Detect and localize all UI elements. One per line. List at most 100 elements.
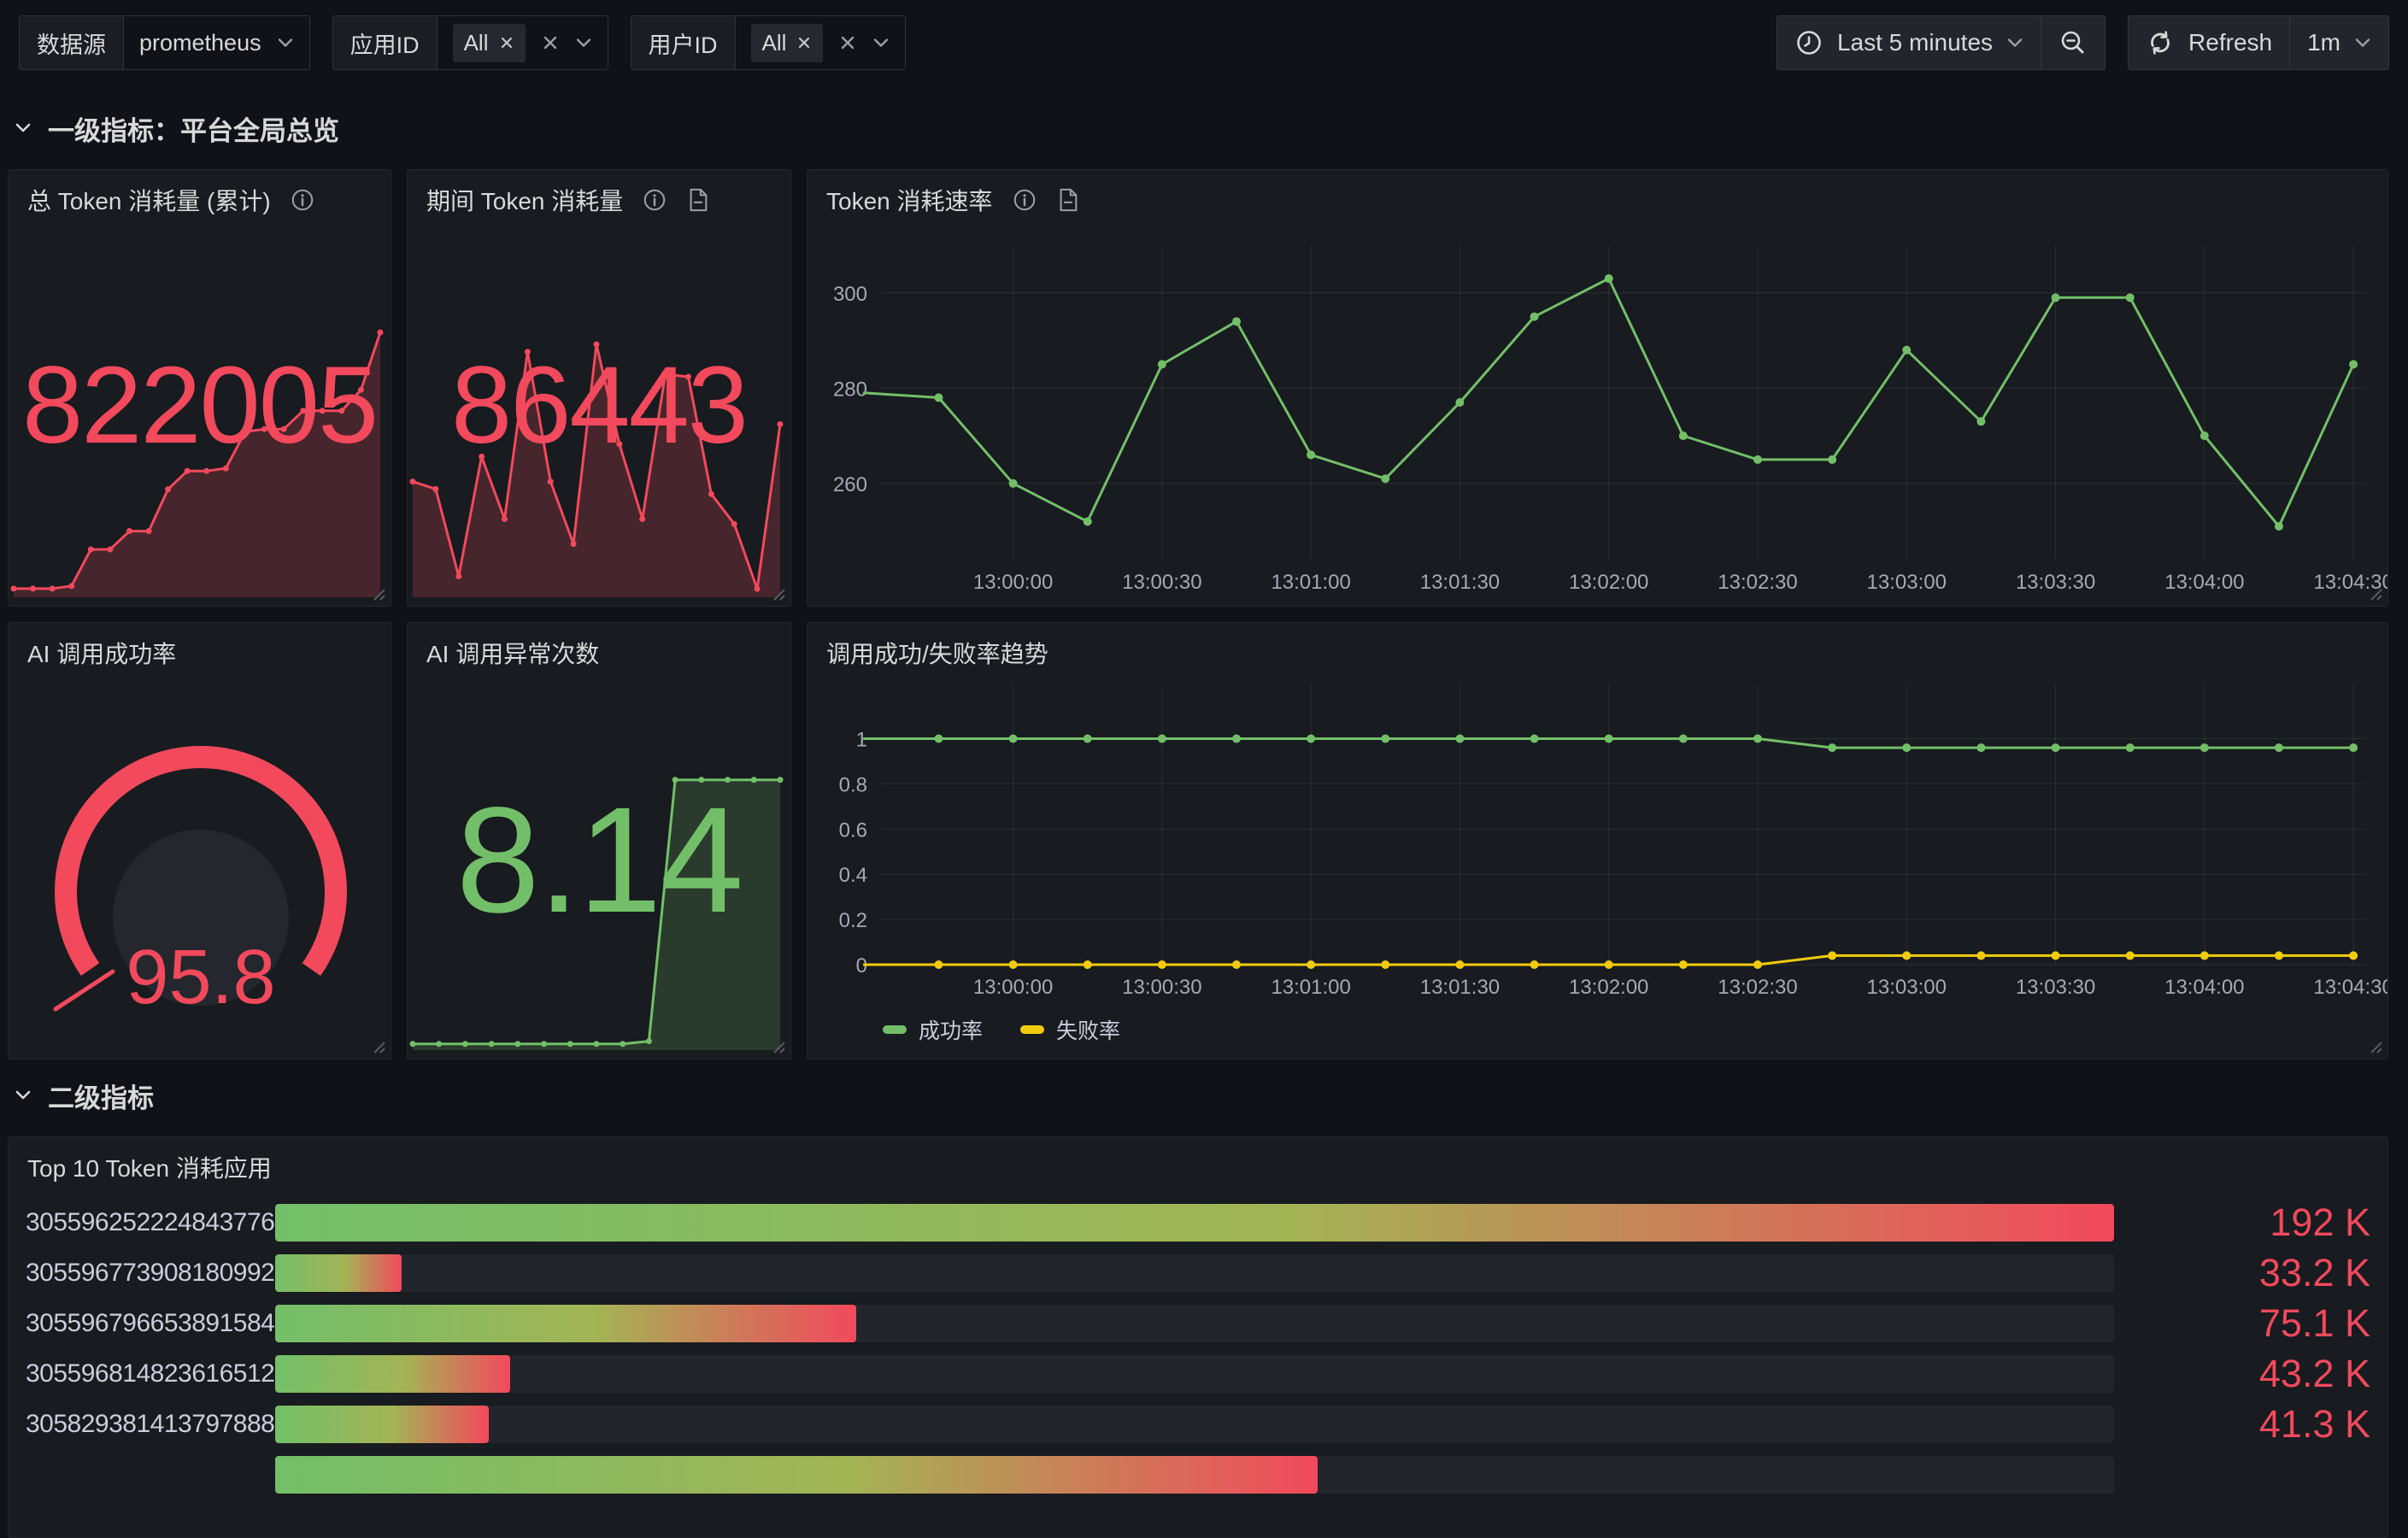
bar-value: 192 K (2114, 1200, 2370, 1245)
filter-user-id[interactable]: 用户ID All (631, 15, 907, 70)
refresh-interval-button[interactable]: 1m (2289, 15, 2389, 70)
resize-handle[interactable] (371, 586, 386, 602)
success-fail-chart[interactable]: 10.80.60.40.2013:00:0013:00:3013:01:0013… (808, 623, 2387, 1059)
panel-title[interactable]: Token 消耗速率 (808, 170, 2387, 230)
chevron-down-icon[interactable] (575, 38, 592, 48)
section-secondary[interactable]: 二级指标 (14, 1075, 154, 1116)
app-id-label: 305596252224843776 (26, 1208, 275, 1237)
svg-text:0.6: 0.6 (839, 819, 867, 842)
zoom-out-button[interactable] (2041, 15, 2106, 70)
bar-track[interactable] (275, 1355, 2114, 1393)
svg-text:0.4: 0.4 (839, 864, 867, 887)
datasource-picker[interactable]: 数据源 prometheus (19, 15, 310, 70)
top10-row: 305596252224843776192 K (26, 1204, 2370, 1242)
bar-track[interactable] (275, 1254, 2114, 1292)
app-id-label: 305596814823616512 (26, 1359, 275, 1388)
stat-value-period-tokens: 86443 (408, 351, 790, 461)
svg-text:13:04:00: 13:04:00 (2164, 571, 2244, 594)
info-icon[interactable] (290, 187, 315, 213)
panel-title-text: Top 10 Token 消耗应用 (27, 1150, 272, 1184)
panel-links-icon[interactable] (686, 187, 710, 213)
bar-track[interactable] (275, 1305, 2114, 1342)
toolbar-left: 数据源 prometheus 应用ID All 用户ID (19, 15, 906, 70)
panel-title-text: Token 消耗速率 (826, 183, 993, 217)
bar-fill (275, 1406, 489, 1443)
toolbar-right: Last 5 minutes Refresh 1m (1777, 15, 2389, 70)
panel-success-rate-gauge: AI 调用成功率 95.8 (8, 622, 391, 1060)
chevron-down-icon[interactable] (277, 38, 294, 48)
svg-text:13:03:30: 13:03:30 (2016, 571, 2095, 594)
panel-success-fail-trend: 调用成功/失败率趋势 10.80.60.40.2013:00:0013:00:3… (807, 622, 2388, 1060)
refresh-button[interactable]: Refresh (2128, 15, 2290, 70)
app-id-label: 305596796653891584 (26, 1309, 275, 1338)
svg-text:300: 300 (833, 283, 867, 306)
filter-chip[interactable]: All (751, 24, 824, 62)
bar-track[interactable] (275, 1456, 2114, 1494)
info-icon[interactable] (642, 187, 667, 213)
chevron-down-icon (14, 122, 32, 134)
svg-text:0.2: 0.2 (839, 909, 867, 932)
panel-title[interactable]: AI 调用异常次数 (408, 623, 790, 683)
panel-error-count: AI 调用异常次数 8.14 (407, 622, 791, 1060)
panel-title[interactable]: 调用成功/失败率趋势 (808, 623, 2387, 683)
legend-swatch-success (883, 1025, 907, 1034)
svg-text:13:00:00: 13:00:00 (973, 976, 1053, 999)
top10-row: 30559681482361651243.2 K (26, 1355, 2370, 1393)
chevron-down-icon (14, 1089, 32, 1101)
section-primary-title: 一级指标：平台全局总览 (48, 109, 339, 148)
svg-text:13:01:00: 13:01:00 (1271, 976, 1350, 999)
bar-track[interactable] (275, 1406, 2114, 1443)
close-icon[interactable] (796, 35, 812, 50)
time-picker-group: Last 5 minutes (1777, 15, 2106, 70)
top10-row: 30559679665389158475.1 K (26, 1305, 2370, 1342)
svg-text:260: 260 (833, 473, 867, 496)
panel-title-text: AI 调用异常次数 (426, 636, 599, 670)
panel-title[interactable]: AI 调用成功率 (9, 623, 391, 683)
svg-text:13:02:00: 13:02:00 (1569, 976, 1648, 999)
time-range-label: Last 5 minutes (1837, 29, 1993, 56)
panel-total-tokens: 总 Token 消耗量 (累计) 822005 (8, 169, 391, 607)
close-icon[interactable] (499, 35, 514, 50)
refresh-label: Refresh (2188, 29, 2272, 56)
panel-token-rate: Token 消耗速率 30028026013:00:0013:00:3013:0… (807, 169, 2388, 607)
top10-bar-list: 305596252224843776192 K 30559677390818099… (26, 1204, 2370, 1506)
app-id-label: 305596773908180992 (26, 1259, 275, 1288)
datasource-value[interactable]: prometheus (139, 30, 261, 56)
resize-handle[interactable] (771, 586, 786, 602)
panel-title-text: 总 Token 消耗量 (累计) (27, 183, 271, 217)
resize-handle[interactable] (371, 1039, 386, 1054)
legend-item-success[interactable]: 成功率 (883, 1014, 983, 1045)
bar-track[interactable] (275, 1204, 2114, 1242)
resize-handle[interactable] (2368, 586, 2383, 602)
top10-row: 30582938141379788841.3 K (26, 1406, 2370, 1443)
refresh-group: Refresh 1m (2128, 15, 2389, 70)
clear-filter-icon[interactable] (541, 33, 560, 52)
svg-text:13:03:30: 13:03:30 (2016, 976, 2095, 999)
refresh-interval-label: 1m (2307, 29, 2340, 56)
stat-value-total-tokens: 822005 (9, 351, 391, 461)
info-icon[interactable] (1012, 187, 1037, 213)
chevron-down-icon[interactable] (872, 38, 890, 48)
resize-handle[interactable] (771, 1039, 786, 1054)
panel-links-icon[interactable] (1056, 187, 1080, 213)
svg-text:13:02:30: 13:02:30 (1718, 571, 1797, 594)
token-rate-chart[interactable]: 30028026013:00:0013:00:3013:01:0013:01:3… (808, 170, 2387, 606)
section-primary[interactable]: 一级指标：平台全局总览 (14, 108, 339, 149)
panel-title[interactable]: 总 Token 消耗量 (累计) (9, 170, 391, 230)
filter-user-id-label: 用户ID (631, 16, 736, 69)
filter-app-id[interactable]: 应用ID All (332, 15, 608, 70)
svg-text:13:04:30: 13:04:30 (2313, 976, 2388, 999)
legend-item-fail[interactable]: 失败率 (1020, 1014, 1120, 1045)
svg-text:13:02:30: 13:02:30 (1718, 976, 1797, 999)
clear-filter-icon[interactable] (838, 33, 857, 52)
filter-chip-text: All (464, 30, 489, 56)
filter-chip[interactable]: All (453, 24, 526, 62)
panel-title[interactable]: 期间 Token 消耗量 (408, 170, 790, 230)
svg-text:13:03:00: 13:03:00 (1867, 976, 1947, 999)
time-range-button[interactable]: Last 5 minutes (1777, 15, 2041, 70)
panel-title[interactable]: Top 10 Token 消耗应用 (9, 1137, 2387, 1197)
svg-text:13:00:30: 13:00:30 (1122, 976, 1201, 999)
datasource-label: 数据源 (20, 16, 124, 69)
resize-handle[interactable] (2368, 1039, 2383, 1054)
panel-title-text: 调用成功/失败率趋势 (826, 636, 1048, 670)
